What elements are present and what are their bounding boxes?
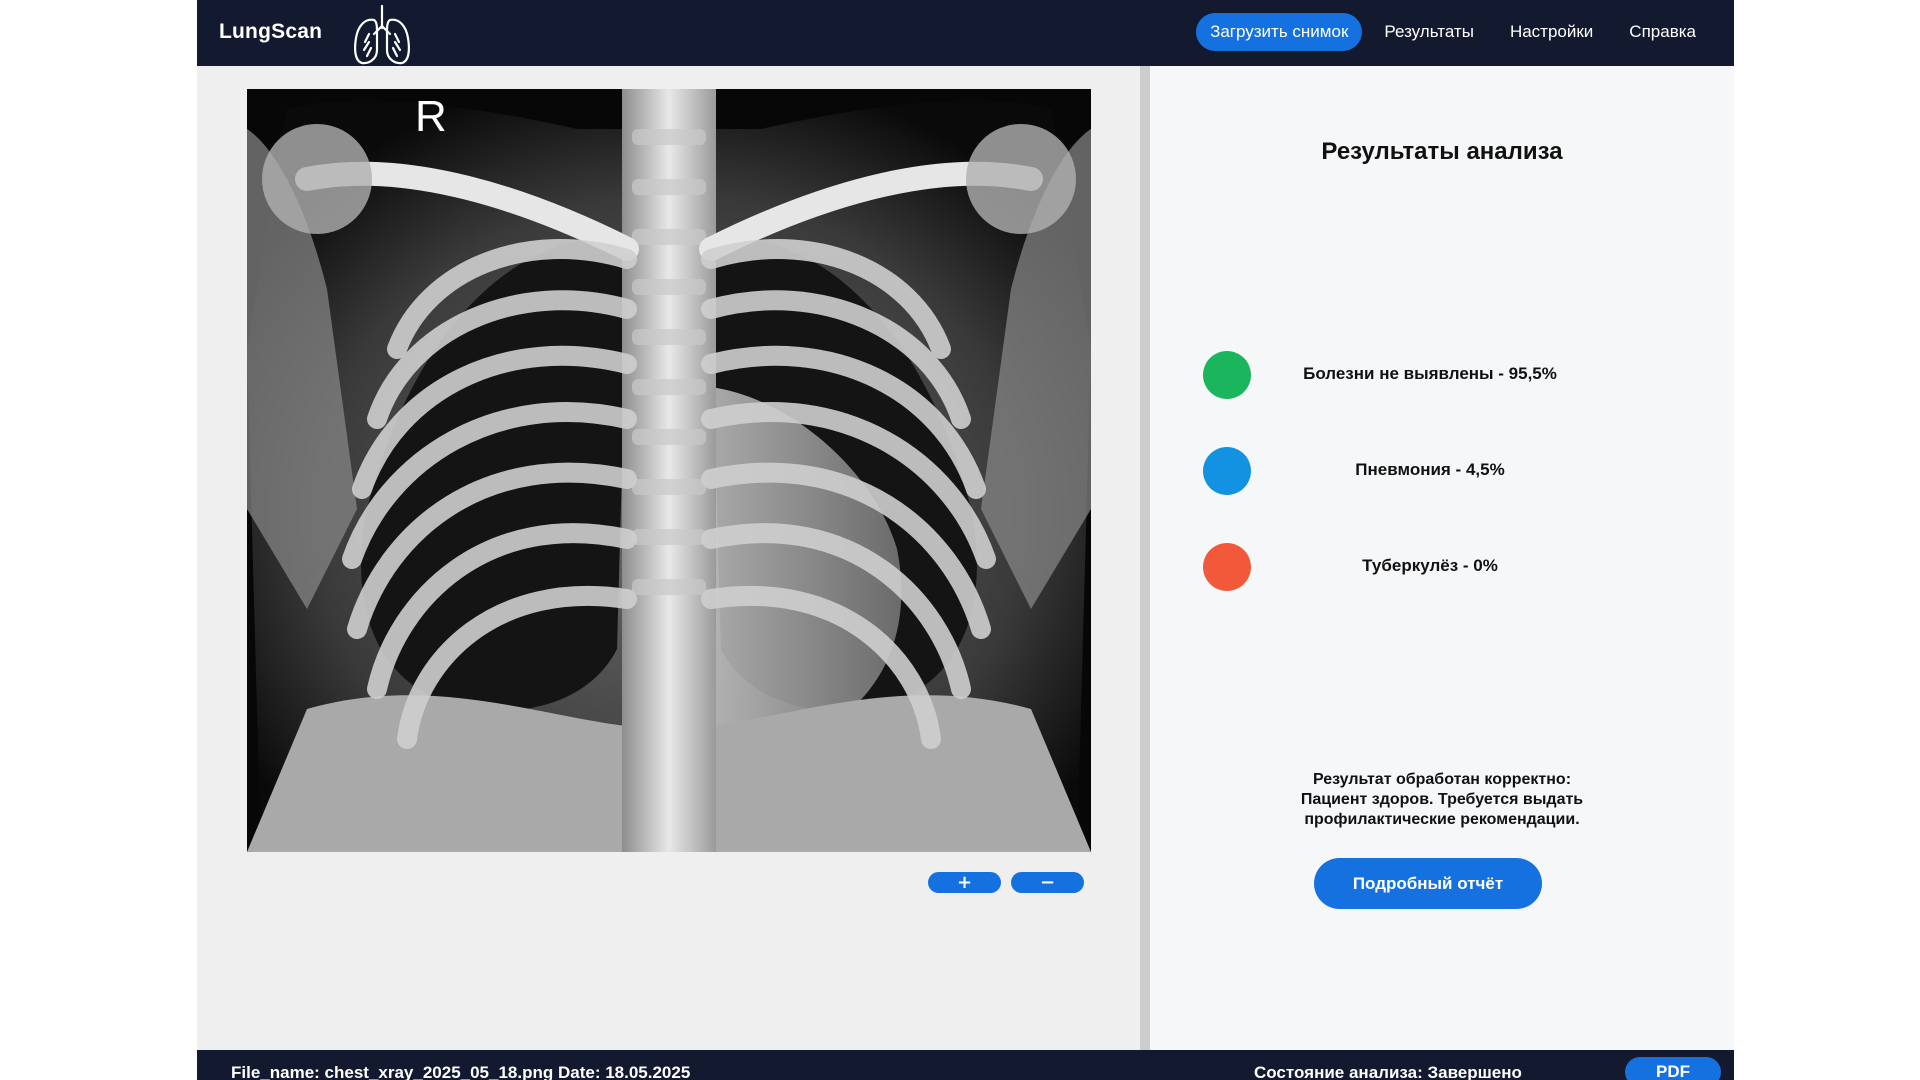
zoom-in-button[interactable]: + xyxy=(928,872,1001,893)
status-dot-blue xyxy=(1203,447,1251,495)
xray-side-marker: R xyxy=(415,92,447,141)
result-label: Пневмония - 4,5% xyxy=(1355,460,1505,479)
results-panel: Результаты анализа Болезни не выявлены -… xyxy=(1150,66,1734,1050)
result-item-tuberculosis: Туберкулёз - 0% xyxy=(1150,540,1734,592)
brand-name: LungScan xyxy=(219,20,323,43)
result-item-pneumonia: Пневмония - 4,5% xyxy=(1150,444,1734,496)
main-nav: Загрузить снимок Результаты Настройки Сп… xyxy=(1196,13,1710,51)
summary-line: Пациент здоров. Требуется выдать xyxy=(1300,791,1584,808)
nav-help[interactable]: Справка xyxy=(1615,13,1710,51)
top-bar: LungScan Загрузить снимок Результаты Нас… xyxy=(197,0,1734,66)
lungs-icon xyxy=(354,4,410,65)
app-window: LungScan Загрузить снимок Результаты Нас… xyxy=(197,0,1734,1080)
zoom-out-button[interactable]: − xyxy=(1011,872,1084,893)
panel-divider[interactable] xyxy=(1140,66,1150,1050)
status-bar: File_name: chest_xray_2025_05_18.png Dat… xyxy=(197,1050,1734,1080)
file-info: File_name: chest_xray_2025_05_18.png Dat… xyxy=(231,1063,691,1080)
summary-line: Результат обработан корректно: xyxy=(1312,771,1572,788)
nav-upload-image[interactable]: Загрузить снимок xyxy=(1196,13,1363,51)
results-title: Результаты анализа xyxy=(1321,138,1563,165)
result-summary: Результат обработан корректно: Пациент з… xyxy=(1232,770,1652,830)
xray-image: R xyxy=(247,89,1091,852)
status-dot-red xyxy=(1203,543,1251,591)
result-item-healthy: Болезни не выявлены - 95,5% xyxy=(1150,348,1734,400)
detailed-report-button[interactable]: Подробный отчёт xyxy=(1314,858,1542,909)
chest-xray-picture: R xyxy=(247,89,1091,852)
pdf-export-button[interactable]: PDF xyxy=(1625,1057,1721,1080)
nav-results[interactable]: Результаты xyxy=(1370,13,1488,51)
result-label: Болезни не выявлены - 95,5% xyxy=(1303,364,1557,383)
result-label: Туберкулёз - 0% xyxy=(1362,556,1498,575)
analysis-status: Состояние анализа: Завершено xyxy=(1254,1063,1522,1080)
summary-line: профилактические рекомендации. xyxy=(1304,811,1580,828)
status-dot-green xyxy=(1203,351,1251,399)
nav-settings[interactable]: Настройки xyxy=(1496,13,1607,51)
image-viewer-panel: R + − xyxy=(197,66,1140,1050)
